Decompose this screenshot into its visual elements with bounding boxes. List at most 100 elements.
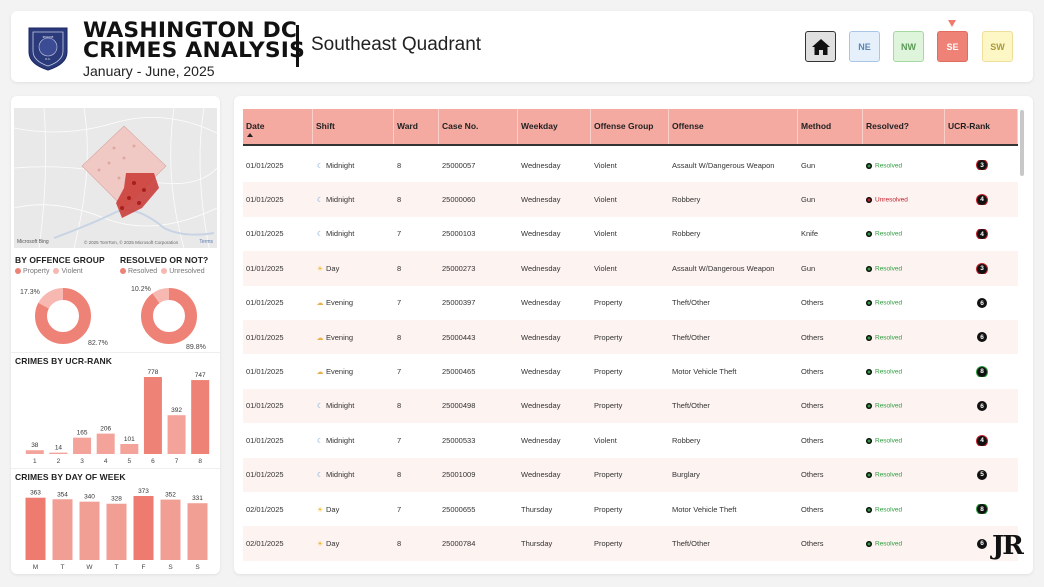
ucr-rank-bar[interactable] <box>73 437 92 454</box>
cell-ward: 8 <box>397 332 402 342</box>
table-row[interactable]: 01/01/2025 ☀ Day 8 25000273 Wednesday Violent A… <box>243 251 1018 286</box>
column-header-case-no[interactable]: Case No. <box>439 109 518 144</box>
column-header-offense[interactable]: Offense <box>669 109 798 144</box>
ucr-rank-tick-label: 2 <box>57 458 61 465</box>
cell-weekday: Wednesday <box>521 195 561 205</box>
author-logo: JR <box>992 531 1024 561</box>
resolved-status-icon <box>866 231 872 238</box>
sort-ascending-icon <box>247 133 253 137</box>
table-row[interactable]: 01/01/2025 ☁ Evening 7 25000465 Wednesday Prop… <box>243 354 1018 388</box>
home-button[interactable] <box>805 31 836 62</box>
table-row[interactable]: 01/01/2025 ☾ Midnight 8 25000060 Wednesday Vio… <box>243 182 1018 217</box>
column-header-offense-group[interactable]: Offense Group <box>591 109 669 144</box>
column-header-weekday[interactable]: Weekday <box>518 109 591 144</box>
column-header-resolved[interactable]: Resolved? <box>863 109 945 144</box>
offence-group-donut[interactable] <box>33 286 93 346</box>
day-of-week-value-label: 328 <box>111 496 122 503</box>
cell-rank: 4 <box>945 194 1018 205</box>
table-row[interactable]: 01/01/2025 ☾ Midnight 7 25000533 Wednesday Vio… <box>243 423 1018 457</box>
cell-date: 02/01/2025 <box>246 504 284 514</box>
map-terms-link[interactable]: Terms <box>199 239 213 245</box>
table-row[interactable]: 01/01/2025 ☾ Midnight 8 25000057 Wednesday Vio… <box>243 148 1018 182</box>
ucr-rank-bar[interactable] <box>49 452 68 454</box>
table-row[interactable]: 01/01/2025 ☁ Evening 8 25000443 Wednesday Prop… <box>243 319 1018 355</box>
ucr-rank-bar[interactable] <box>96 433 115 454</box>
ucr-rank-bar[interactable] <box>143 377 162 454</box>
quadrant-button-sw[interactable]: SW <box>982 31 1013 62</box>
cell-case: 25000498 <box>442 401 476 411</box>
column-header-ward[interactable]: Ward <box>394 109 439 144</box>
resolved-slice-resolved[interactable] <box>141 288 197 344</box>
cell-shift: ☀ Day <box>316 538 340 548</box>
ucr-rank-badge: 8 <box>977 504 987 515</box>
cell-offense: Theft/Other <box>672 538 710 548</box>
sun-icon: ☀ <box>316 506 324 514</box>
cell-shift: ☁ Evening <box>316 298 354 308</box>
ucr-rank-value-label: 747 <box>195 372 206 379</box>
column-header-ucr-rank[interactable]: UCR-Rank <box>945 109 1018 144</box>
ucr-rank-bar[interactable] <box>167 415 186 454</box>
table-scrollbar[interactable] <box>1020 110 1024 176</box>
cell-resolved: Resolved <box>863 333 945 342</box>
day-of-week-bar[interactable] <box>133 496 154 560</box>
table-row[interactable]: 01/01/2025 ☾ Midnight 8 25001009 Wednesday Pro… <box>243 457 1018 492</box>
cell-shift: ☾ Midnight <box>316 195 355 205</box>
cell-offense: Robbery <box>672 435 701 445</box>
svg-text:D.C.: D.C. <box>45 57 51 61</box>
table-row[interactable]: 01/01/2025 ☾ Midnight 7 25000103 Wednesday Vio… <box>243 217 1018 251</box>
ucr-rank-bar[interactable] <box>191 380 210 454</box>
ucr-rank-bar[interactable] <box>120 444 139 454</box>
cell-date: 02/01/2025 <box>246 538 284 548</box>
day-of-week-bar[interactable] <box>106 503 127 560</box>
column-header-shift[interactable]: Shift <box>313 109 394 144</box>
cell-case: 25001009 <box>442 470 476 480</box>
day-of-week-bar[interactable] <box>52 499 73 560</box>
cell-weekday: Thursday <box>521 538 553 548</box>
offence-group-large-pct: 82.7% <box>88 340 108 347</box>
table-row[interactable]: 02/01/2025 ☀ Day 8 25000784 Thursday Property T… <box>243 526 1018 561</box>
table-body[interactable]: 01/01/2025 ☾ Midnight 8 25000057 Wednesday Vio… <box>243 148 1018 561</box>
day-of-week-value-label: 331 <box>192 495 203 502</box>
quadrant-button-nw[interactable]: NW <box>893 31 924 62</box>
ucr-rank-badge: 5 <box>977 469 987 480</box>
ucr-rank-chart[interactable]: 38 1 14 2 165 3 206 4 101 5 778 6 392 7 747 8 <box>11 364 220 468</box>
column-header-date[interactable]: Date <box>243 109 313 144</box>
cell-shift: ☀ Day <box>316 504 340 514</box>
sunset-icon: ☁ <box>316 369 324 377</box>
day-of-week-bar[interactable] <box>187 503 208 560</box>
table-row[interactable]: 02/01/2025 ☀ Day 7 25000655 Thursday Property M… <box>243 492 1018 526</box>
cell-shift: ☁ Evening <box>316 332 354 342</box>
cell-weekday: Wednesday <box>521 367 561 377</box>
quadrant-button-se[interactable]: SE <box>937 31 968 62</box>
cell-case: 25000443 <box>442 332 476 342</box>
ucr-rank-value-label: 206 <box>100 426 111 433</box>
table-row[interactable]: 01/01/2025 ☾ Midnight 8 25000498 Wednesday Pro… <box>243 388 1018 424</box>
cell-date: 01/01/2025 <box>246 160 284 170</box>
cell-method: Others <box>801 401 824 411</box>
cell-date: 01/01/2025 <box>246 332 284 342</box>
ucr-rank-bar[interactable] <box>25 450 44 454</box>
column-header-method[interactable]: Method <box>798 109 863 144</box>
quadrant-button-ne[interactable]: NE <box>849 31 880 62</box>
day-of-week-tick-label: T <box>61 564 65 571</box>
cell-offense: Assault W/Dangerous Weapon <box>672 160 775 170</box>
table-row[interactable]: 01/01/2025 ☁ Evening 7 25000397 Wednesday Prop… <box>243 286 1018 320</box>
resolved-donut[interactable] <box>139 286 199 346</box>
resolved-status-icon <box>866 300 872 307</box>
day-of-week-bar[interactable] <box>79 501 100 560</box>
day-of-week-chart[interactable]: 363 M 354 T 340 W 328 T 373 F 352 S 331 S <box>11 482 220 572</box>
cell-group: Violent <box>594 160 617 170</box>
date-range: January - June, 2025 <box>83 63 215 79</box>
cell-ward: 8 <box>397 263 402 273</box>
header-divider <box>296 25 299 67</box>
resolved-small-pct: 10.2% <box>131 286 151 293</box>
crime-map[interactable]: Microsoft Bing © 2025 TomTom, © 2025 Mic… <box>14 108 217 248</box>
resolved-title: RESOLVED OR NOT? <box>120 255 209 265</box>
day-of-week-bar[interactable] <box>25 497 46 560</box>
resolved-large-pct: 89.8% <box>186 344 206 351</box>
cell-ward: 8 <box>397 160 402 170</box>
day-of-week-bar[interactable] <box>160 499 181 560</box>
cell-method: Knife <box>801 229 819 239</box>
cell-date: 01/01/2025 <box>246 263 284 273</box>
cell-rank: 4 <box>945 435 1018 446</box>
